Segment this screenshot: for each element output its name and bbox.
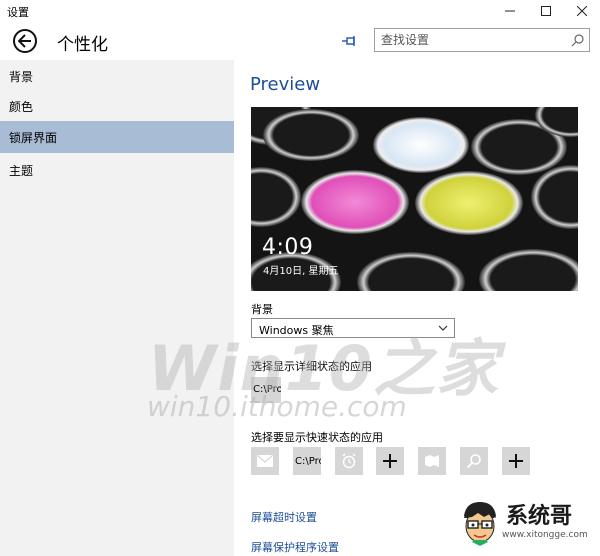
lock-screen-time: 4:09 bbox=[262, 235, 314, 260]
pin-to-start-button[interactable] bbox=[340, 31, 360, 51]
main-content: Preview 4:09 4月10日, 星期五 背景 Windows 聚焦 选择… bbox=[234, 60, 600, 556]
close-icon bbox=[577, 6, 587, 16]
close-button[interactable] bbox=[564, 0, 600, 22]
background-dropdown-value: Windows 聚焦 bbox=[259, 324, 334, 337]
quick-status-app-text: C:\Pro bbox=[295, 455, 321, 467]
plus-icon bbox=[509, 454, 523, 468]
alarm-icon bbox=[342, 453, 356, 469]
title-bar: 设置 bbox=[0, 0, 600, 22]
screen-saver-settings-link[interactable]: 屏幕保护程序设置 bbox=[251, 539, 339, 555]
page-title: 个性化 bbox=[57, 35, 108, 55]
detailed-status-app-button[interactable]: C:\Pro bbox=[251, 377, 281, 403]
lock-screen-date: 4月10日, 星期五 bbox=[263, 266, 339, 277]
store-icon bbox=[425, 455, 439, 467]
sidebar-item-colors[interactable]: 颜色 bbox=[0, 90, 234, 122]
screen-timeout-settings-link[interactable]: 屏幕超时设置 bbox=[251, 509, 317, 525]
background-dropdown[interactable]: Windows 聚焦 bbox=[251, 318, 455, 338]
quick-status-app-button[interactable]: C:\Pro bbox=[293, 447, 321, 475]
search-icon[interactable] bbox=[571, 33, 585, 47]
maximize-button[interactable] bbox=[528, 0, 564, 22]
background-label: 背景 bbox=[251, 303, 273, 316]
sidebar-item-label: 颜色 bbox=[9, 99, 34, 114]
detailed-status-label: 选择显示详细状态的应用 bbox=[251, 360, 372, 373]
mail-icon bbox=[257, 455, 273, 467]
pin-icon bbox=[342, 36, 355, 46]
page-header: 个性化 bbox=[0, 22, 600, 60]
maximize-icon bbox=[541, 6, 551, 16]
search-icon bbox=[466, 454, 481, 469]
sidebar-item-label: 锁屏界面 bbox=[9, 130, 58, 145]
quick-status-store-button[interactable] bbox=[418, 447, 446, 475]
preview-heading: Preview bbox=[250, 74, 321, 95]
quick-status-alarm-button[interactable] bbox=[335, 447, 363, 475]
minimize-icon bbox=[505, 10, 515, 12]
sidebar: 背景 颜色 锁屏界面 主题 bbox=[0, 60, 234, 556]
quick-status-mail-button[interactable] bbox=[251, 447, 279, 475]
plus-icon bbox=[383, 454, 397, 468]
detailed-status-app-text: C:\Pro bbox=[253, 384, 281, 395]
sidebar-item-themes[interactable]: 主题 bbox=[0, 154, 234, 186]
search-input[interactable] bbox=[381, 32, 561, 48]
minimize-button[interactable] bbox=[492, 0, 528, 22]
quick-status-label: 选择要显示快速状态的应用 bbox=[251, 431, 383, 444]
sidebar-item-background[interactable]: 背景 bbox=[0, 60, 234, 92]
quick-status-row: C:\Pro bbox=[251, 447, 551, 475]
quick-status-search-button[interactable] bbox=[460, 447, 488, 475]
window-title: 设置 bbox=[7, 6, 29, 19]
quick-status-add-button[interactable] bbox=[376, 447, 404, 475]
lock-screen-preview: 4:09 4月10日, 星期五 bbox=[251, 107, 578, 291]
sidebar-item-label: 主题 bbox=[9, 163, 34, 178]
search-box[interactable] bbox=[374, 28, 590, 52]
back-button[interactable] bbox=[13, 29, 37, 53]
sidebar-item-lock-screen[interactable]: 锁屏界面 bbox=[0, 121, 234, 153]
sidebar-item-label: 背景 bbox=[9, 69, 34, 84]
quick-status-add-button[interactable] bbox=[502, 447, 530, 475]
back-arrow-icon bbox=[18, 34, 31, 48]
chevron-down-icon bbox=[438, 325, 448, 331]
